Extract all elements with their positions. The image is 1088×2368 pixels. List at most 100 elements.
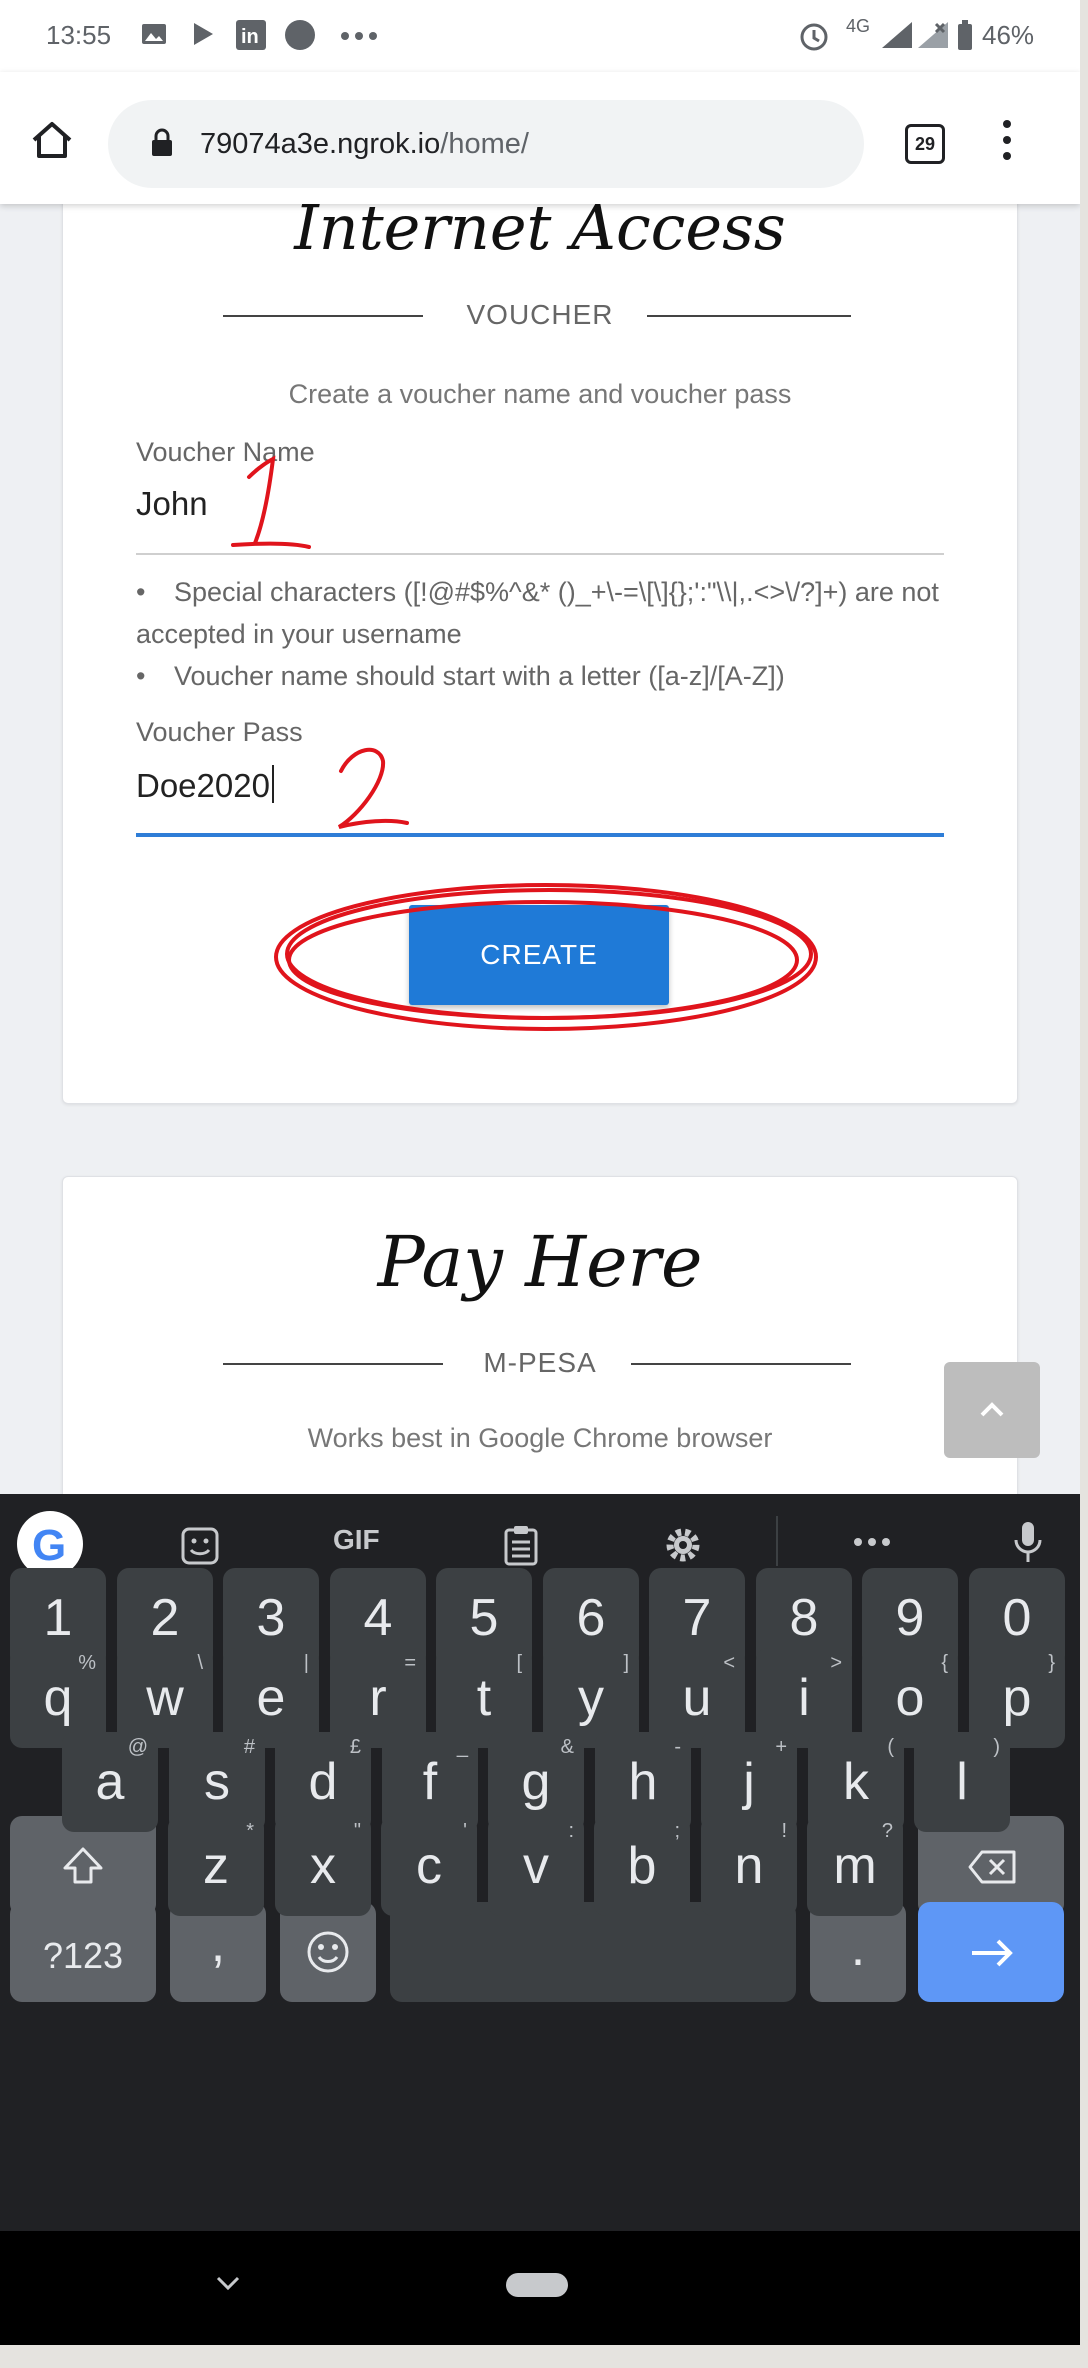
key-secondary-label: ?	[881, 1820, 893, 1842]
key-secondary-label: }	[1048, 1652, 1055, 1674]
voucher-name-underline	[136, 553, 944, 555]
browser-toolbar: 79074a3e.ngrok.io/home/ 29	[0, 72, 1080, 204]
period-key[interactable]: .	[810, 1902, 906, 2002]
key-label: e	[256, 1669, 286, 1727]
key-label: v	[523, 1837, 549, 1895]
comma-label: ,	[210, 1915, 226, 1973]
chevron-down-icon[interactable]	[216, 2275, 240, 2291]
key-secondary-label: *	[246, 1820, 254, 1842]
voucher-pass-input[interactable]: Doe2020	[136, 765, 274, 805]
network-type: 4G	[846, 16, 871, 36]
key-label: 6	[576, 1589, 606, 1647]
signal-icon	[882, 22, 912, 48]
battery-icon	[958, 20, 972, 50]
key-secondary-label: '	[463, 1820, 467, 1842]
key-secondary-label: >	[830, 1652, 842, 1674]
key-label: z	[203, 1837, 229, 1895]
alarm-icon	[800, 23, 828, 51]
voucher-hint: Create a voucher name and voucher pass	[288, 379, 792, 409]
key-label: h	[628, 1753, 658, 1811]
key-a[interactable]: a @	[62, 1732, 158, 1832]
key-label: o	[895, 1669, 925, 1727]
voucher-section-label: VOUCHER	[466, 299, 614, 330]
mpesa-section-label: M-PESA	[483, 1347, 597, 1378]
key-secondary-label: ;	[674, 1820, 680, 1842]
url-text: 79074a3e.ngrok.io/home/	[200, 128, 529, 161]
home-icon[interactable]	[30, 120, 74, 160]
home-pill[interactable]	[506, 2273, 568, 2297]
key-label: q	[43, 1669, 73, 1727]
key-b[interactable]: b;	[594, 1816, 690, 1916]
key-label: t	[476, 1669, 492, 1727]
svg-text:G: G	[32, 1521, 66, 1570]
status-bar: 13:55 in 4G 46%	[0, 0, 1080, 72]
create-button[interactable]: CREATE	[409, 905, 669, 1005]
key-secondary-label: &	[560, 1736, 574, 1758]
key-label: 0	[1002, 1589, 1032, 1647]
key-label: c	[416, 1837, 442, 1895]
key-label: 1	[43, 1589, 73, 1647]
clipboard-icon[interactable]	[502, 1524, 540, 1566]
key-label: s	[204, 1753, 230, 1811]
key-x[interactable]: x "	[275, 1816, 371, 1916]
key-secondary-label: \	[197, 1652, 203, 1674]
key-secondary-label: (	[887, 1736, 894, 1758]
voucher-pass-value: Doe2020	[136, 767, 270, 804]
key-secondary-label: %	[78, 1652, 96, 1674]
play-store-icon	[194, 23, 213, 45]
key-v[interactable]: v:	[488, 1816, 584, 1916]
chevron-up-icon	[980, 1402, 1004, 1417]
key-label: x	[310, 1837, 336, 1895]
key-n[interactable]: n!	[701, 1816, 797, 1916]
key-label: 3	[256, 1589, 286, 1647]
key-label: p	[1002, 1669, 1032, 1727]
key-secondary-label: _	[456, 1736, 468, 1758]
browser-menu-icon[interactable]	[1003, 120, 1013, 168]
comma-key[interactable]: ,	[170, 1902, 266, 2002]
key-m[interactable]: m?	[807, 1816, 903, 1916]
voucher-name-input[interactable]: John	[136, 485, 208, 523]
tab-switcher-button[interactable]: 29	[905, 124, 945, 164]
voucher-name-rules: • Special characters ([!@#$%^&* ()_+\-=\[…	[136, 571, 956, 697]
emoji-key[interactable]	[280, 1902, 376, 2002]
enter-key[interactable]	[918, 1902, 1064, 2002]
more-icon	[341, 32, 377, 40]
key-label: m	[833, 1837, 877, 1895]
phone-screen: 13:55 in 4G 46% 79074a3e.ngrok.io/home/ …	[0, 0, 1080, 2345]
key-label: k	[843, 1753, 869, 1811]
voucher-pass-label: Voucher Pass	[136, 717, 303, 747]
key-secondary-label: |	[303, 1652, 309, 1674]
settings-icon[interactable]	[662, 1524, 704, 1566]
voucher-card: Internet Access VOUCHER Create a voucher…	[62, 150, 1018, 1104]
key-l[interactable]: l)	[914, 1732, 1010, 1832]
svg-text:in: in	[241, 26, 259, 48]
mic-icon[interactable]	[1012, 1520, 1044, 1566]
voucher-pass-underline	[136, 833, 944, 837]
key-label: d	[308, 1753, 338, 1811]
key-label: n	[734, 1837, 764, 1895]
more-icon[interactable]	[852, 1534, 892, 1550]
key-secondary-label: -	[674, 1736, 681, 1758]
sticker-icon[interactable]	[180, 1526, 220, 1566]
address-bar[interactable]: 79074a3e.ngrok.io/home/	[108, 100, 864, 188]
backspace-icon	[968, 1850, 1016, 1884]
lock-icon	[152, 128, 172, 156]
symbols-key[interactable]: ?123	[10, 1902, 156, 2002]
key-secondary-label: {	[941, 1652, 948, 1674]
rule-text-1: Special characters ([!@#$%^&* ()_+\-=\[\…	[136, 577, 939, 649]
gif-button[interactable]: GIF	[333, 1524, 380, 1556]
keyboard: G GIF ?123 , . 1 2 3 4 5 6 7 8 9 0 q% w \ e | r = t [y]	[0, 1494, 1080, 2231]
key-label: a	[95, 1753, 125, 1811]
rule-item: • Voucher name should start with a letter…	[136, 661, 785, 691]
space-key[interactable]	[390, 1902, 796, 2002]
key-secondary-label: £	[349, 1736, 361, 1758]
key-label: i	[798, 1669, 810, 1727]
key-secondary-label: [	[516, 1652, 522, 1674]
key-label: b	[627, 1837, 657, 1895]
key-c[interactable]: c '	[381, 1816, 477, 1916]
url-path: /home/	[440, 128, 529, 160]
key-z[interactable]: z *	[168, 1816, 264, 1916]
key-label: 8	[789, 1589, 819, 1647]
scroll-to-top-button[interactable]	[944, 1362, 1040, 1458]
key-secondary-label: )	[993, 1736, 1000, 1758]
